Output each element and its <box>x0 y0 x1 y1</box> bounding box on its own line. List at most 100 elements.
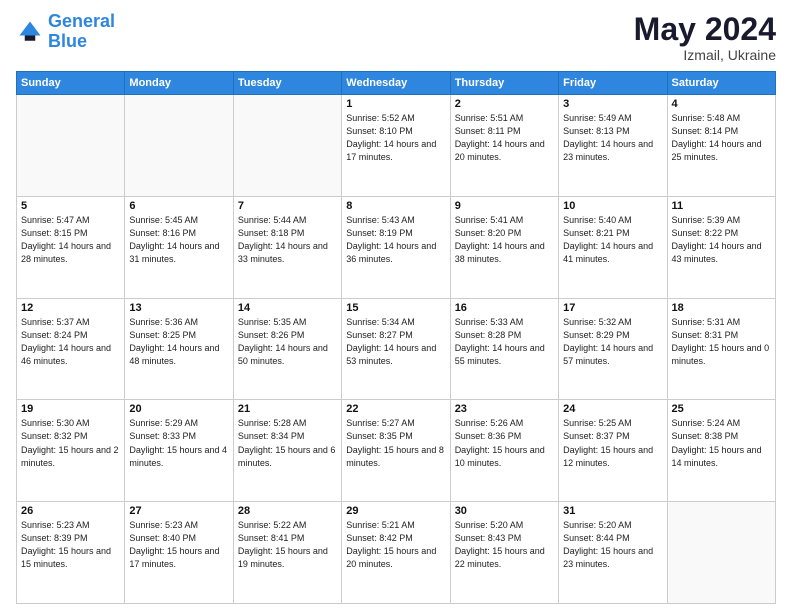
day-info: Sunrise: 5:40 AM Sunset: 8:21 PM Dayligh… <box>563 214 662 266</box>
header-monday: Monday <box>125 72 233 95</box>
table-row: 12 Sunrise: 5:37 AM Sunset: 8:24 PM Dayli… <box>17 298 125 400</box>
day-number: 25 <box>672 403 771 415</box>
day-number: 27 <box>129 505 228 517</box>
table-row: 17 Sunrise: 5:32 AM Sunset: 8:29 PM Dayli… <box>559 298 667 400</box>
day-info: Sunrise: 5:34 AM Sunset: 8:27 PM Dayligh… <box>346 316 445 368</box>
logo-text: GeneralBlue <box>48 12 115 52</box>
calendar-week-row: 12 Sunrise: 5:37 AM Sunset: 8:24 PM Dayli… <box>17 298 776 400</box>
table-row: 21Sunrise: 5:28 AM Sunset: 8:34 PM Dayli… <box>233 400 341 502</box>
day-number: 11 <box>672 200 771 212</box>
day-number: 22 <box>346 403 445 415</box>
table-row: 2 Sunrise: 5:51 AM Sunset: 8:11 PM Daylig… <box>450 95 558 197</box>
day-info: Sunrise: 5:22 AM Sunset: 8:41 PM Dayligh… <box>238 519 337 571</box>
calendar-week-row: 26 Sunrise: 5:23 AM Sunset: 8:39 PM Dayli… <box>17 502 776 604</box>
day-number: 2 <box>455 98 554 110</box>
header-saturday: Saturday <box>667 72 775 95</box>
table-row: 29 Sunrise: 5:21 AM Sunset: 8:42 PM Dayli… <box>342 502 450 604</box>
day-number: 20 <box>129 403 228 415</box>
day-info: Sunrise: 5:45 AM Sunset: 8:16 PM Dayligh… <box>129 214 228 266</box>
day-info: Sunrise: 5:21 AM Sunset: 8:42 PM Dayligh… <box>346 519 445 571</box>
table-row: 10 Sunrise: 5:40 AM Sunset: 8:21 PM Dayli… <box>559 196 667 298</box>
day-number: 14 <box>238 302 337 314</box>
table-row: 15Sunrise: 5:34 AM Sunset: 8:27 PM Dayli… <box>342 298 450 400</box>
day-number: 18 <box>672 302 771 314</box>
table-row: 25Sunrise: 5:24 AM Sunset: 8:38 PM Dayli… <box>667 400 775 502</box>
day-number: 23 <box>455 403 554 415</box>
table-row <box>667 502 775 604</box>
day-number: 3 <box>563 98 662 110</box>
table-row: 1 Sunrise: 5:52 AM Sunset: 8:10 PM Daylig… <box>342 95 450 197</box>
day-number: 1 <box>346 98 445 110</box>
day-number: 8 <box>346 200 445 212</box>
day-info: Sunrise: 5:32 AM Sunset: 8:29 PM Dayligh… <box>563 316 662 368</box>
day-info: Sunrise: 5:39 AM Sunset: 8:22 PM Dayligh… <box>672 214 771 266</box>
day-number: 17 <box>563 302 662 314</box>
day-number: 12 <box>21 302 120 314</box>
table-row: 14 Sunrise: 5:35 AM Sunset: 8:26 PM Dayli… <box>233 298 341 400</box>
table-row <box>125 95 233 197</box>
title-block: May 2024 Izmail, Ukraine <box>634 12 776 63</box>
day-number: 26 <box>21 505 120 517</box>
table-row: 6Sunrise: 5:45 AM Sunset: 8:16 PM Daylig… <box>125 196 233 298</box>
table-row: 27Sunrise: 5:23 AM Sunset: 8:40 PM Dayli… <box>125 502 233 604</box>
calendar-week-row: 19 Sunrise: 5:30 AM Sunset: 8:32 PM Dayli… <box>17 400 776 502</box>
day-info: Sunrise: 5:44 AM Sunset: 8:18 PM Dayligh… <box>238 214 337 266</box>
table-row: 20 Sunrise: 5:29 AM Sunset: 8:33 PM Dayli… <box>125 400 233 502</box>
table-row: 19 Sunrise: 5:30 AM Sunset: 8:32 PM Dayli… <box>17 400 125 502</box>
day-number: 7 <box>238 200 337 212</box>
table-row: 3 Sunrise: 5:49 AM Sunset: 8:13 PM Daylig… <box>559 95 667 197</box>
calendar-subtitle: Izmail, Ukraine <box>634 47 776 63</box>
day-info: Sunrise: 5:51 AM Sunset: 8:11 PM Dayligh… <box>455 112 554 164</box>
day-number: 19 <box>21 403 120 415</box>
header-wednesday: Wednesday <box>342 72 450 95</box>
day-number: 10 <box>563 200 662 212</box>
header-thursday: Thursday <box>450 72 558 95</box>
day-info: Sunrise: 5:23 AM Sunset: 8:39 PM Dayligh… <box>21 519 120 571</box>
table-row: 13Sunrise: 5:36 AM Sunset: 8:25 PM Dayli… <box>125 298 233 400</box>
table-row: 11 Sunrise: 5:39 AM Sunset: 8:22 PM Dayli… <box>667 196 775 298</box>
logo-icon <box>16 18 44 46</box>
day-number: 21 <box>238 403 337 415</box>
day-info: Sunrise: 5:43 AM Sunset: 8:19 PM Dayligh… <box>346 214 445 266</box>
logo: GeneralBlue <box>16 12 115 52</box>
table-row: 23 Sunrise: 5:26 AM Sunset: 8:36 PM Dayli… <box>450 400 558 502</box>
table-row: 4Sunrise: 5:48 AM Sunset: 8:14 PM Daylig… <box>667 95 775 197</box>
day-number: 31 <box>563 505 662 517</box>
calendar-week-row: 1 Sunrise: 5:52 AM Sunset: 8:10 PM Daylig… <box>17 95 776 197</box>
day-info: Sunrise: 5:33 AM Sunset: 8:28 PM Dayligh… <box>455 316 554 368</box>
day-info: Sunrise: 5:47 AM Sunset: 8:15 PM Dayligh… <box>21 214 120 266</box>
day-info: Sunrise: 5:29 AM Sunset: 8:33 PM Dayligh… <box>129 417 228 469</box>
table-row: 31 Sunrise: 5:20 AM Sunset: 8:44 PM Dayli… <box>559 502 667 604</box>
table-row <box>17 95 125 197</box>
header-friday: Friday <box>559 72 667 95</box>
day-info: Sunrise: 5:30 AM Sunset: 8:32 PM Dayligh… <box>21 417 120 469</box>
day-info: Sunrise: 5:35 AM Sunset: 8:26 PM Dayligh… <box>238 316 337 368</box>
day-number: 24 <box>563 403 662 415</box>
day-info: Sunrise: 5:20 AM Sunset: 8:44 PM Dayligh… <box>563 519 662 571</box>
calendar-week-row: 5 Sunrise: 5:47 AM Sunset: 8:15 PM Daylig… <box>17 196 776 298</box>
day-number: 4 <box>672 98 771 110</box>
page: GeneralBlue May 2024 Izmail, Ukraine Sun… <box>0 0 792 612</box>
table-row: 28Sunrise: 5:22 AM Sunset: 8:41 PM Dayli… <box>233 502 341 604</box>
day-number: 30 <box>455 505 554 517</box>
day-info: Sunrise: 5:36 AM Sunset: 8:25 PM Dayligh… <box>129 316 228 368</box>
table-row: 9Sunrise: 5:41 AM Sunset: 8:20 PM Daylig… <box>450 196 558 298</box>
table-row: 16 Sunrise: 5:33 AM Sunset: 8:28 PM Dayli… <box>450 298 558 400</box>
day-info: Sunrise: 5:31 AM Sunset: 8:31 PM Dayligh… <box>672 316 771 368</box>
day-info: Sunrise: 5:27 AM Sunset: 8:35 PM Dayligh… <box>346 417 445 469</box>
day-number: 5 <box>21 200 120 212</box>
day-number: 29 <box>346 505 445 517</box>
day-info: Sunrise: 5:25 AM Sunset: 8:37 PM Dayligh… <box>563 417 662 469</box>
day-info: Sunrise: 5:52 AM Sunset: 8:10 PM Dayligh… <box>346 112 445 164</box>
day-info: Sunrise: 5:26 AM Sunset: 8:36 PM Dayligh… <box>455 417 554 469</box>
calendar-header-row: Sunday Monday Tuesday Wednesday Thursday… <box>17 72 776 95</box>
table-row: 18 Sunrise: 5:31 AM Sunset: 8:31 PM Dayli… <box>667 298 775 400</box>
day-number: 16 <box>455 302 554 314</box>
header-tuesday: Tuesday <box>233 72 341 95</box>
table-row: 7 Sunrise: 5:44 AM Sunset: 8:18 PM Daylig… <box>233 196 341 298</box>
day-info: Sunrise: 5:20 AM Sunset: 8:43 PM Dayligh… <box>455 519 554 571</box>
calendar-title: May 2024 <box>634 12 776 47</box>
day-info: Sunrise: 5:37 AM Sunset: 8:24 PM Dayligh… <box>21 316 120 368</box>
table-row: 24 Sunrise: 5:25 AM Sunset: 8:37 PM Dayli… <box>559 400 667 502</box>
day-info: Sunrise: 5:49 AM Sunset: 8:13 PM Dayligh… <box>563 112 662 164</box>
